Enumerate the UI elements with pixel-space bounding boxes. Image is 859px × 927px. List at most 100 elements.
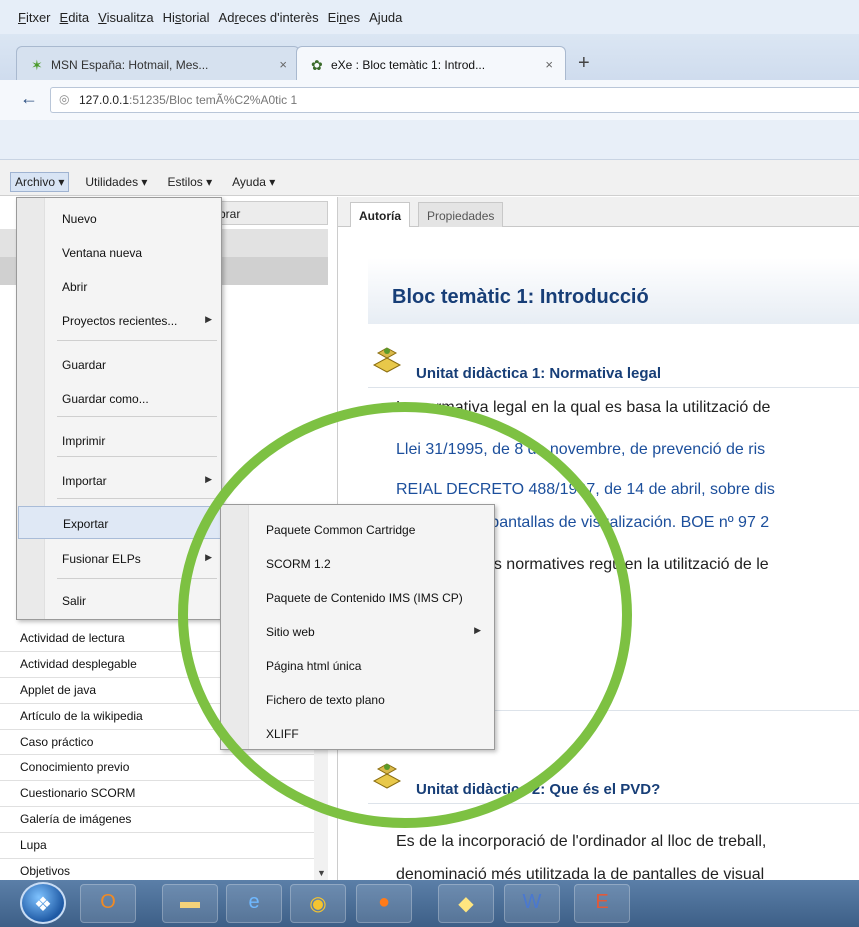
- browser-menu-item[interactable]: Visualitza: [98, 10, 153, 25]
- app-menu-2[interactable]: Estilos ▾: [163, 173, 216, 191]
- word-icon[interactable]: W: [504, 884, 560, 923]
- site-info-icon[interactable]: ◎: [59, 92, 69, 106]
- idevice-list-item[interactable]: Galería de imágenes: [0, 807, 328, 834]
- app-menu-0[interactable]: Archivo ▾: [10, 172, 70, 192]
- idevice-list-item[interactable]: Cuestionario SCORM: [0, 781, 328, 808]
- page-title: Bloc temàtic 1: Introducció: [392, 286, 649, 308]
- exe-icon[interactable]: E: [574, 884, 630, 923]
- menu-item-label: Salir: [62, 594, 87, 608]
- menu-label-part: Hi: [162, 10, 175, 25]
- archivo-menu-item[interactable]: Imprimir: [18, 424, 222, 457]
- submenu-arrow-icon: ▶: [205, 314, 212, 324]
- archivo-menu-item[interactable]: Fusionar ELPs ▶: [18, 542, 222, 575]
- archivo-menu-item[interactable]: Guardar: [18, 348, 222, 381]
- tab-autoria[interactable]: Autoría: [350, 202, 410, 227]
- browser-menu-item[interactable]: Ajuda: [369, 10, 402, 25]
- menu-separator: [57, 340, 217, 341]
- unit-heading-1: Unitat didàctica 1: Normativa legal: [368, 347, 859, 388]
- menu-separator: [57, 498, 217, 499]
- export-menu-item[interactable]: XLIFF: [222, 717, 495, 751]
- exportar-submenu: Paquete Common Cartridge SCORM 1.2 Paquete…: [220, 504, 495, 750]
- archivo-menu-item[interactable]: Nuevo: [18, 202, 222, 235]
- tab-propiedades[interactable]: Propiedades: [418, 202, 504, 227]
- menu-item-label: Sitio web: [266, 625, 315, 639]
- content-paragraph: Llei 31/1995, de 8 de novembre, de preve…: [396, 441, 766, 458]
- archivo-menu-item[interactable]: Salir: [18, 584, 222, 617]
- archivo-menu-item[interactable]: Importar ▶: [18, 464, 222, 497]
- menu-item-label: Paquete Common Cartridge: [266, 523, 416, 537]
- folder-icon[interactable]: ▬: [162, 884, 218, 923]
- menu-label-part: uda: [380, 10, 403, 25]
- submenu-arrow-icon: ▶: [474, 625, 481, 635]
- unit-heading-2: Unitat didàctica 2: Que és el PVD?: [368, 763, 859, 804]
- menu-item-label: Guardar como...: [62, 392, 149, 406]
- export-menu-item[interactable]: Fichero de texto plano: [222, 683, 495, 717]
- windows-taskbar: ❖ O ▬ e ◉ ● ◆ W E: [0, 880, 859, 927]
- menu-label-part: eces d'interès: [238, 10, 319, 25]
- unit-heading-1-text: Unitat didàctica 1: Normativa legal: [416, 365, 662, 382]
- outlook-icon[interactable]: O: [80, 884, 136, 923]
- browser-menubar: Fitxer Edita Visualitza Historial Adreces d'…: [0, 0, 859, 34]
- browser-tabbar: ✶ MSN España: Hotmail, Mes... × ✿ eXe : …: [0, 34, 859, 80]
- content-paragraph: La normativa legal en la qual es basa la…: [396, 399, 771, 416]
- scroll-down-arrow-icon[interactable]: ▼: [317, 868, 326, 878]
- tab-exe[interactable]: ✿ eXe : Bloc temàtic 1: Introd... ×: [296, 46, 566, 80]
- menu-item-label: Paquete de Contenido IMS (IMS CP): [266, 591, 463, 605]
- idevice-list-item[interactable]: Lupa: [0, 833, 328, 860]
- browser-menu-item[interactable]: Fitxer: [18, 10, 51, 25]
- browser-navbar: ← ◎ 127.0.0.1:51235/Bloc temÃ%C2%A0tic 1: [0, 80, 859, 120]
- url-host: 127.0.0.1: [79, 93, 130, 107]
- menu-item-label: Abrir: [62, 280, 88, 294]
- close-tab-icon[interactable]: ×: [545, 57, 553, 72]
- menu-accelerator: V: [98, 10, 107, 25]
- menu-item-label: SCORM 1.2: [266, 557, 331, 571]
- export-menu-item[interactable]: Paquete Common Cartridge: [222, 513, 495, 547]
- windows-start-icon[interactable]: ❖: [20, 882, 66, 924]
- export-menu-item[interactable]: Paquete de Contenido IMS (IMS CP): [222, 581, 495, 615]
- export-menu-item[interactable]: Sitio web ▶: [222, 615, 495, 649]
- menu-accelerator: F: [18, 10, 26, 25]
- chrome-icon[interactable]: ◉: [290, 884, 346, 923]
- archivo-menu: Nuevo Ventana nueva Abrir Proyectos recient…: [16, 197, 222, 620]
- browser-menu-item[interactable]: Edita: [60, 10, 90, 25]
- app-menu-3[interactable]: Ayuda ▾: [228, 173, 279, 191]
- tab-msn[interactable]: ✶ MSN España: Hotmail, Mes... ×: [16, 46, 300, 80]
- browser-menu-item[interactable]: Historial: [163, 10, 210, 25]
- archivo-menu-item[interactable]: Abrir: [18, 270, 222, 303]
- submenu-arrow-icon: ▶: [205, 474, 212, 484]
- back-arrow-icon[interactable]: ←: [20, 88, 38, 109]
- export-menu-item[interactable]: SCORM 1.2: [222, 547, 495, 581]
- menu-label-part: itxer: [25, 10, 51, 25]
- tab-exe-title: eXe : Bloc temàtic 1: Introd...: [331, 58, 486, 72]
- idevice-list-item[interactable]: Conocimiento previo: [0, 755, 328, 782]
- archivo-menu-item[interactable]: Ventana nueva: [18, 236, 222, 269]
- submenu-arrow-icon: ▶: [205, 552, 212, 562]
- menu-separator: [57, 578, 217, 579]
- msn-icon: ✶: [31, 57, 43, 73]
- address-bar[interactable]: ◎ 127.0.0.1:51235/Bloc temÃ%C2%A0tic 1: [50, 87, 859, 113]
- archivo-menu-item[interactable]: Proyectos recientes... ▶: [18, 304, 222, 337]
- menu-item-label: Fichero de texto plano: [266, 693, 385, 707]
- browser-menu-item[interactable]: Eines: [328, 10, 361, 25]
- internet-explorer-icon[interactable]: e: [226, 884, 282, 923]
- url-path: :51235/Bloc temÃ%C2%A0tic 1: [129, 93, 298, 107]
- notes-icon[interactable]: ◆: [438, 884, 494, 923]
- idevice-icon: [372, 347, 402, 373]
- menu-item-label: XLIFF: [266, 727, 299, 741]
- menu-label-part: es: [346, 10, 361, 25]
- app-menubar: Archivo ▾ Utilidades ▾ Estilos ▾ Ayuda ▾: [0, 160, 859, 196]
- menu-label-part: Ei: [327, 10, 340, 25]
- app-menu-1[interactable]: Utilidades ▾: [81, 173, 151, 191]
- firefox-icon[interactable]: ●: [356, 884, 412, 923]
- browser-menu-item[interactable]: Adreces d'interès: [219, 10, 319, 25]
- menu-item-label: Exportar: [63, 517, 109, 531]
- archivo-menu-item[interactable]: Guardar como...: [18, 382, 222, 415]
- menu-label-part: isualitza: [106, 10, 154, 25]
- archivo-menu-item[interactable]: Exportar ▶: [18, 506, 222, 539]
- menu-separator: [57, 416, 217, 417]
- close-tab-icon[interactable]: ×: [279, 57, 287, 72]
- menu-item-label: Imprimir: [62, 434, 106, 448]
- new-tab-button[interactable]: +: [578, 52, 590, 75]
- idevice-icon: [372, 763, 402, 789]
- export-menu-item[interactable]: Página html única: [222, 649, 495, 683]
